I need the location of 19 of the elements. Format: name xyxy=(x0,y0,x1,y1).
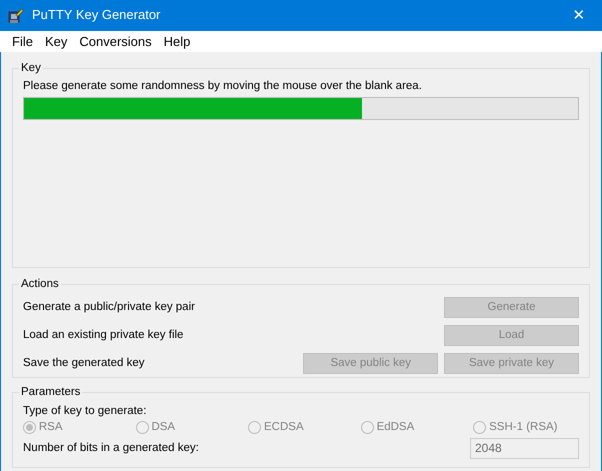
radio-label: RSA xyxy=(38,420,63,435)
menu-item[interactable]: Help xyxy=(158,31,196,52)
radio-label: SSH-1 (RSA) xyxy=(489,420,558,435)
menu-item[interactable]: Key xyxy=(38,31,74,52)
field-label: Number of bits in a generated key: xyxy=(23,440,199,456)
group-title: Key xyxy=(19,60,43,76)
menu-item[interactable]: Conversions xyxy=(73,31,158,52)
menu-item[interactable]: File xyxy=(6,31,39,52)
field-label: Type of key to generate: xyxy=(23,404,148,419)
close-button[interactable]: ✕ xyxy=(556,0,602,31)
action-label: Save the generated key xyxy=(23,356,144,371)
window-title: PuTTY Key Generator xyxy=(32,7,160,24)
instruction-text: Please generate some randomness by moving the mouse over the blank area. xyxy=(23,79,423,94)
action-label: Generate a public/private key pair xyxy=(23,300,195,315)
radio-label: EdDSA xyxy=(376,420,414,435)
radio-label: ECDSA xyxy=(264,420,304,435)
radio-label: DSA xyxy=(151,420,176,435)
action-label: Load an existing private key file xyxy=(23,328,184,343)
app-icon xyxy=(8,8,24,24)
